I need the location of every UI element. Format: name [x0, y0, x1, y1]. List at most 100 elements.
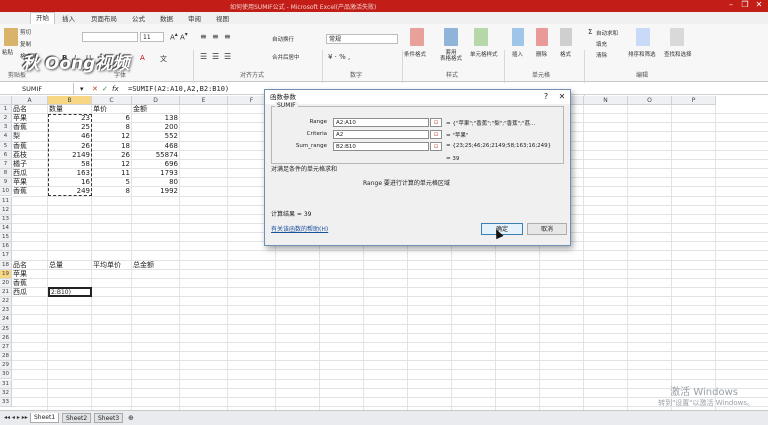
- wrap-text-button[interactable]: 自动换行: [272, 35, 294, 43]
- sort-filter-icon[interactable]: [636, 28, 650, 46]
- row-header[interactable]: 25: [0, 324, 12, 334]
- fill-button[interactable]: 填充: [596, 40, 607, 48]
- select-all-corner[interactable]: [0, 96, 12, 105]
- row-header[interactable]: 6: [0, 150, 12, 160]
- table-cell[interactable]: 香蕉: [13, 142, 46, 151]
- row-header[interactable]: 20: [0, 278, 12, 288]
- row-header[interactable]: 17: [0, 251, 12, 261]
- align-top-icon[interactable]: ≡: [200, 32, 207, 41]
- table-cell[interactable]: 西瓜: [13, 169, 46, 178]
- minimize-icon[interactable]: –: [724, 0, 738, 9]
- table-cell[interactable]: 5: [93, 178, 130, 187]
- column-header[interactable]: E: [180, 96, 228, 105]
- tab-review[interactable]: 审阅: [188, 13, 201, 23]
- phonetic-icon[interactable]: 文: [160, 54, 167, 64]
- align-right-icon[interactable]: ☰: [224, 52, 231, 61]
- close-icon[interactable]: ✕: [752, 0, 766, 9]
- conditional-format-icon[interactable]: [410, 28, 424, 46]
- row-header[interactable]: 32: [0, 388, 12, 398]
- table-cell[interactable]: 200: [133, 123, 178, 132]
- cell-style-icon[interactable]: [474, 28, 488, 46]
- cut-button[interactable]: 剪切: [20, 28, 31, 36]
- cell-style-button[interactable]: 单元格样式: [470, 50, 498, 58]
- align-center-icon[interactable]: ☰: [212, 52, 219, 61]
- table-cell[interactable]: 55874: [133, 151, 178, 160]
- clear-button[interactable]: 清除: [596, 51, 607, 59]
- row-header[interactable]: 28: [0, 352, 12, 362]
- row-header[interactable]: 27: [0, 342, 12, 353]
- table-cell[interactable]: 80: [133, 178, 178, 187]
- range-input[interactable]: A2:A10: [333, 118, 429, 127]
- column-header[interactable]: D: [132, 96, 180, 105]
- format-cells-button[interactable]: 格式: [560, 50, 571, 58]
- row-header[interactable]: 24: [0, 315, 12, 325]
- column-header[interactable]: B: [48, 96, 92, 105]
- row-header[interactable]: 30: [0, 370, 12, 380]
- row-header[interactable]: 19: [0, 269, 12, 279]
- formula-input[interactable]: =SUMIF(A2:A10,A2,B2:B10): [128, 83, 229, 95]
- cancel-icon[interactable]: ✕: [92, 83, 98, 95]
- row-header[interactable]: 13: [0, 214, 12, 224]
- table-cell[interactable]: 香蕉: [13, 123, 46, 132]
- criteria-collapse-icon[interactable]: ⊡: [430, 130, 442, 139]
- row-header[interactable]: 15: [0, 233, 12, 243]
- table-cell[interactable]: 苹果: [13, 114, 46, 123]
- insert-cells-icon[interactable]: [512, 28, 524, 46]
- format-cells-icon[interactable]: [560, 28, 572, 46]
- autosum-icon[interactable]: Σ: [588, 28, 592, 36]
- conditional-format-button[interactable]: 条件格式: [404, 50, 426, 58]
- insert-function-icon[interactable]: fx: [112, 83, 119, 95]
- format-table-button[interactable]: 套用 表格格式: [440, 50, 462, 62]
- summary-header-cell[interactable]: 总金额: [133, 261, 178, 270]
- delete-cells-button[interactable]: 删除: [536, 50, 547, 58]
- table-cell[interactable]: 橘子: [13, 160, 46, 169]
- row-header[interactable]: 22: [0, 297, 12, 307]
- sum-range-input[interactable]: B2:B10: [333, 142, 429, 151]
- column-header[interactable]: N: [584, 96, 628, 105]
- table-cell[interactable]: 18: [93, 142, 130, 151]
- format-table-icon[interactable]: [444, 28, 458, 46]
- row-header[interactable]: 1: [0, 105, 12, 115]
- range-collapse-icon[interactable]: ⊡: [430, 118, 442, 127]
- table-header-cell[interactable]: 单价: [93, 105, 130, 114]
- copy-button[interactable]: 复制: [20, 40, 31, 48]
- row-header[interactable]: 4: [0, 132, 12, 142]
- cancel-button[interactable]: 取消: [527, 223, 567, 235]
- row-header[interactable]: 33: [0, 397, 12, 407]
- enter-icon[interactable]: ✓: [102, 83, 108, 95]
- number-format-select[interactable]: 常规: [326, 34, 398, 44]
- sheet-tab-3[interactable]: Sheet3: [94, 413, 124, 423]
- find-select-button[interactable]: 查找和选择: [664, 50, 692, 58]
- sheet-nav-icon[interactable]: ◂◂ ◂ ▸ ▸▸: [4, 414, 28, 421]
- row-header[interactable]: 5: [0, 141, 12, 151]
- row-header[interactable]: 14: [0, 223, 12, 234]
- row-header[interactable]: 9: [0, 178, 12, 188]
- dropdown-icon[interactable]: ▾: [80, 83, 84, 95]
- table-cell[interactable]: 552: [133, 132, 178, 141]
- tab-page-layout[interactable]: 页面布局: [91, 13, 117, 23]
- row-header[interactable]: 12: [0, 205, 12, 215]
- summary-item-cell[interactable]: 西瓜: [13, 288, 46, 297]
- shrink-font-icon[interactable]: A▾: [180, 32, 188, 41]
- merge-center-button[interactable]: 合并后居中: [272, 53, 300, 61]
- paste-button[interactable]: 粘贴: [2, 48, 13, 56]
- table-cell[interactable]: 12: [93, 160, 130, 169]
- row-header[interactable]: 23: [0, 306, 12, 316]
- insert-cells-button[interactable]: 插入: [512, 50, 523, 58]
- summary-header-cell[interactable]: 平均单价: [93, 261, 130, 270]
- column-header[interactable]: C: [92, 96, 132, 105]
- row-header[interactable]: 26: [0, 333, 12, 343]
- table-cell[interactable]: 香蕉: [13, 187, 46, 196]
- sheet-tab-2[interactable]: Sheet2: [62, 413, 92, 423]
- help-link[interactable]: 有关该函数的帮助(H): [271, 224, 328, 233]
- table-cell[interactable]: 8: [93, 123, 130, 132]
- grow-font-icon[interactable]: A▴: [170, 32, 178, 41]
- table-cell[interactable]: 468: [133, 142, 178, 151]
- tab-formulas[interactable]: 公式: [132, 13, 145, 23]
- align-bottom-icon[interactable]: ≡: [224, 32, 231, 41]
- row-header[interactable]: 18: [0, 260, 12, 270]
- table-cell[interactable]: 12: [93, 132, 130, 141]
- table-header-cell[interactable]: 金额: [133, 105, 178, 114]
- tab-view[interactable]: 视图: [216, 13, 229, 23]
- font-name-select[interactable]: [82, 32, 138, 42]
